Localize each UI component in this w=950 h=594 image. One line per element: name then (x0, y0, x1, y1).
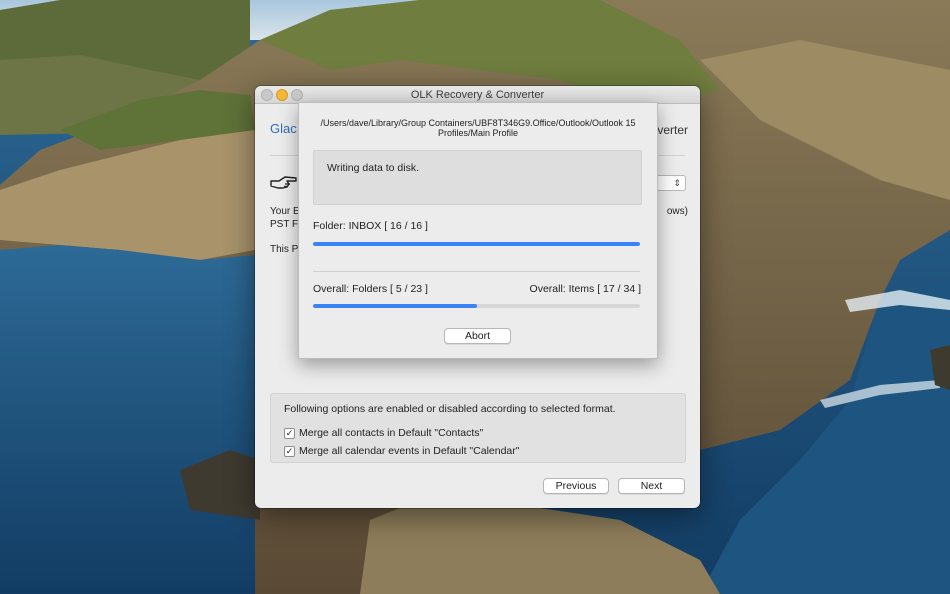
overall-progress-bar (313, 304, 640, 308)
source-path-line-1: /Users/dave/Library/Group Containers/UBF… (320, 118, 636, 128)
description-line-1: Your E (270, 206, 300, 217)
abort-button[interactable]: Abort (444, 328, 511, 344)
description-line-1-end: ows) (666, 206, 688, 217)
description-line-2: PST Fi (270, 219, 301, 230)
next-button[interactable]: Next (618, 478, 685, 494)
merge-contacts-checkbox[interactable]: ✓ (284, 427, 295, 439)
source-path-line-2: Profiles/Main Profile (437, 128, 519, 138)
options-group: Following options are enabled or disable… (270, 393, 686, 463)
overall-progress-fill (313, 304, 477, 308)
merge-contacts-option[interactable]: ✓ Merge all contacts in Default "Contact… (284, 427, 483, 439)
progress-sheet: /Users/dave/Library/Group Containers/UBF… (298, 102, 658, 359)
status-box: Writing data to disk. (313, 150, 642, 205)
source-path: /Users/dave/Library/Group Containers/UBF… (309, 118, 647, 138)
pointing-hand-icon (269, 172, 299, 197)
app-heading: verter (657, 123, 688, 137)
overall-items-label: Overall: Items [ 17 / 34 ] (529, 283, 641, 295)
sheet-divider (313, 271, 640, 272)
up-down-chevron-icon: ⇕ (673, 178, 681, 188)
description-line-3: This P (270, 244, 299, 255)
status-text: Writing data to disk. (327, 162, 420, 174)
merge-contacts-label: Merge all contacts in Default "Contacts" (299, 427, 484, 439)
brand-logo-text: Glac (270, 121, 297, 136)
overall-folders-label: Overall: Folders [ 5 / 23 ] (313, 283, 428, 295)
merge-calendar-checkbox[interactable]: ✓ (284, 445, 295, 457)
window-title: OLK Recovery & Converter (410, 89, 545, 101)
previous-button[interactable]: Previous (543, 478, 609, 494)
folder-progress-fill (313, 242, 640, 246)
folder-progress-bar (313, 242, 640, 246)
folder-progress-label: Folder: INBOX [ 16 / 16 ] (313, 220, 428, 232)
merge-calendar-option[interactable]: ✓ Merge all calendar events in Default "… (284, 445, 520, 457)
options-heading: Following options are enabled or disable… (284, 403, 616, 415)
format-select[interactable]: ⇕ (656, 175, 686, 191)
merge-calendar-label: Merge all calendar events in Default "Ca… (299, 445, 520, 457)
